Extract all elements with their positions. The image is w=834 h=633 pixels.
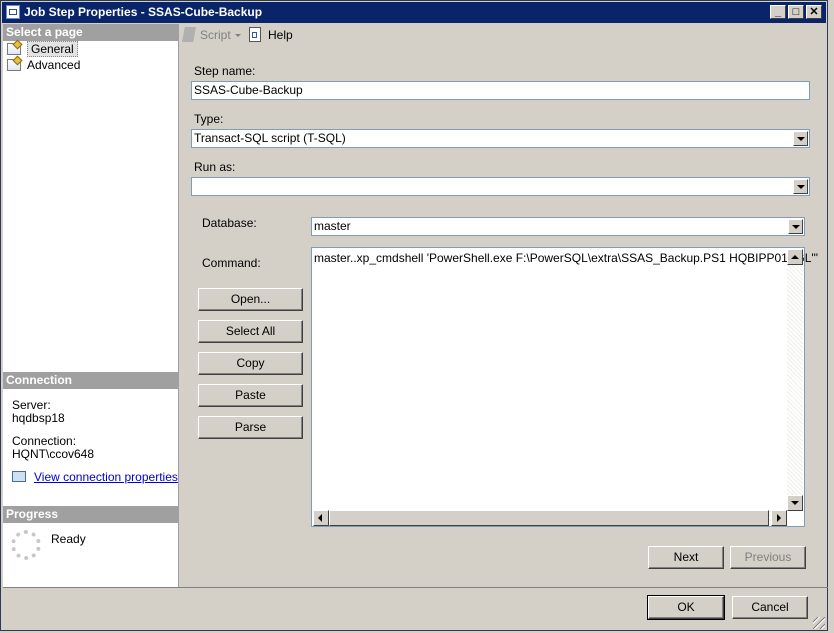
database-dropdown-chevron-icon[interactable] (788, 219, 803, 234)
nav-item-label: General (27, 41, 78, 57)
view-connection-properties[interactable]: View connection properties (12, 470, 178, 484)
database-select[interactable]: master (311, 217, 805, 236)
nav-item-label: Advanced (27, 58, 81, 72)
page-icon (7, 59, 21, 71)
select-page-header: Select a page (3, 24, 178, 41)
next-button[interactable]: Next (648, 546, 724, 569)
script-button[interactable]: Script (200, 28, 231, 42)
window-title: Job Step Properties - SSAS-Cube-Backup (24, 5, 263, 19)
paste-button[interactable]: Paste (198, 384, 303, 407)
type-label: Type: (194, 112, 224, 126)
step-name-field[interactable]: SSAS-Cube-Backup (191, 81, 810, 100)
connection-header: Connection (3, 372, 178, 389)
run-as-select[interactable] (191, 177, 810, 196)
step-name-label: Step name: (194, 64, 256, 78)
help-button[interactable]: Help (268, 28, 293, 42)
open-button[interactable]: Open... (198, 288, 303, 311)
previous-button[interactable]: Previous (730, 546, 806, 569)
scroll-down-icon[interactable] (787, 495, 803, 511)
copy-button[interactable]: Copy (198, 352, 303, 375)
server-value: hqdbsp18 (12, 411, 65, 425)
left-pane: Select a page General Advanced Connectio… (3, 24, 179, 587)
progress-status: Ready (51, 532, 86, 546)
script-dropdown-chevron-icon[interactable] (235, 34, 241, 37)
scroll-up-icon[interactable] (787, 249, 803, 265)
horizontal-scroll-thumb[interactable] (329, 510, 769, 526)
footer-divider (179, 587, 828, 588)
help-icon (249, 27, 261, 42)
resize-grip-icon[interactable] (813, 617, 825, 629)
script-icon (182, 27, 196, 42)
ok-button[interactable]: OK (647, 595, 725, 620)
page-icon (7, 43, 21, 55)
connection-label: Connection: (12, 434, 77, 448)
run-as-label: Run as: (194, 160, 236, 174)
type-select[interactable]: Transact-SQL script (T-SQL) (191, 129, 810, 148)
footer-divider-left (3, 587, 179, 588)
cancel-button[interactable]: Cancel (732, 596, 808, 619)
close-button[interactable]: ✕ (806, 5, 822, 19)
server-label: Server: (12, 398, 51, 412)
connection-value: HQNT\ccov648 (12, 447, 95, 461)
type-dropdown-chevron-icon[interactable] (793, 131, 808, 146)
title-bar[interactable]: Job Step Properties - SSAS-Cube-Backup _… (2, 2, 826, 23)
maximize-button[interactable]: □ (788, 5, 804, 19)
minimize-button[interactable]: _ (770, 5, 786, 19)
database-value: master (314, 219, 351, 233)
database-label: Database: (202, 216, 257, 230)
progress-header: Progress (3, 506, 178, 523)
job-step-properties-window: Job Step Properties - SSAS-Cube-Backup _… (0, 0, 828, 631)
type-value: Transact-SQL script (T-SQL) (194, 131, 346, 145)
scroll-right-icon[interactable] (771, 510, 787, 526)
select-all-button[interactable]: Select All (198, 320, 303, 343)
command-text: master..xp_cmdshell 'PowerShell.exe F:\P… (314, 251, 818, 265)
nav-item-advanced[interactable]: Advanced (7, 58, 80, 73)
job-step-window-icon (6, 5, 20, 19)
command-textarea[interactable]: master..xp_cmdshell 'PowerShell.exe F:\P… (311, 247, 818, 527)
parse-button[interactable]: Parse (198, 416, 303, 439)
vertical-scrollbar[interactable] (787, 249, 803, 511)
command-label: Command: (202, 256, 261, 270)
scroll-left-icon[interactable] (313, 510, 329, 526)
horizontal-scrollbar[interactable] (313, 510, 787, 526)
connection-properties-icon (12, 471, 26, 482)
view-connection-properties-link[interactable]: View connection properties (34, 470, 178, 484)
progress-spinner-icon (11, 530, 41, 560)
run-as-dropdown-chevron-icon[interactable] (793, 179, 808, 194)
